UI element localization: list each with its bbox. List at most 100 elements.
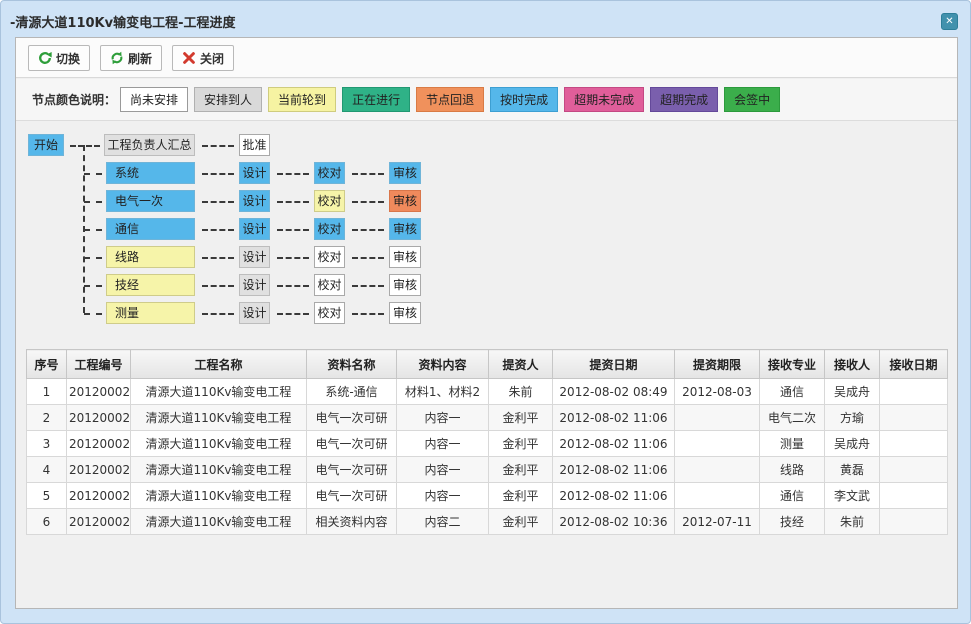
- table-cell: 内容一: [397, 483, 489, 509]
- toolbar-button-3[interactable]: 关闭: [172, 45, 234, 71]
- table-cell: 20120002: [67, 431, 131, 457]
- flow-node-step-2-2[interactable]: 校对: [314, 190, 345, 212]
- toolbar-button-1[interactable]: 切换: [28, 45, 90, 71]
- table-cell: 金利平: [489, 431, 553, 457]
- table-cell: 2012-07-11: [675, 509, 760, 535]
- close-icon: ✕: [945, 16, 953, 27]
- table-cell: 清源大道110Kv输变电工程: [131, 379, 307, 405]
- table-cell: 6: [27, 509, 67, 535]
- flow-node-branch-4[interactable]: 线路: [106, 246, 195, 268]
- table-row[interactable]: 520120002清源大道110Kv输变电工程电气一次可研内容一金利平2012-…: [27, 483, 948, 509]
- table-row[interactable]: 120120002清源大道110Kv输变电工程系统-通信材料1、材料2朱前201…: [27, 379, 948, 405]
- grid-header-cell: 序号: [27, 350, 67, 379]
- flow-node-step-1-3[interactable]: 审核: [389, 162, 421, 184]
- flow-node-step-3-2[interactable]: 校对: [314, 218, 345, 240]
- flow-node-summary[interactable]: 工程负责人汇总: [104, 134, 195, 156]
- flow-node-step-5-1[interactable]: 设计: [239, 274, 270, 296]
- flow-node-approve[interactable]: 批准: [239, 134, 270, 156]
- legend-badge: 当前轮到: [268, 87, 336, 112]
- flow-node-step-5-2[interactable]: 校对: [314, 274, 345, 296]
- legend-badge: 节点回退: [416, 87, 484, 112]
- flow-node-branch-3[interactable]: 通信: [106, 218, 195, 240]
- table-row[interactable]: 620120002清源大道110Kv输变电工程相关资料内容内容二金利平2012-…: [27, 509, 948, 535]
- table-cell: 清源大道110Kv输变电工程: [131, 431, 307, 457]
- connector-line: [84, 201, 102, 203]
- table-cell: 系统-通信: [307, 379, 397, 405]
- table-cell: 通信: [760, 483, 825, 509]
- workflow-diagram: 开始工程负责人汇总批准系统设计校对审核电气一次设计校对审核通信设计校对审核线路设…: [16, 122, 957, 348]
- connector-line: [202, 313, 234, 315]
- connector-line: [277, 313, 309, 315]
- flow-node-step-3-3[interactable]: 审核: [389, 218, 421, 240]
- flow-node-branch-1[interactable]: 系统: [106, 162, 195, 184]
- table-row[interactable]: 420120002清源大道110Kv输变电工程电气一次可研内容一金利平2012-…: [27, 457, 948, 483]
- table-cell: 电气一次可研: [307, 405, 397, 431]
- flow-node-step-1-1[interactable]: 设计: [239, 162, 270, 184]
- table-cell: 吴成舟: [825, 379, 880, 405]
- toolbar-button-2[interactable]: 刷新: [100, 45, 162, 71]
- table-cell: [880, 509, 948, 535]
- flow-node-branch-2[interactable]: 电气一次: [106, 190, 195, 212]
- legend-badge: 按时完成: [490, 87, 558, 112]
- flow-node-step-4-2[interactable]: 校对: [314, 246, 345, 268]
- table-cell: 5: [27, 483, 67, 509]
- table-cell: 20120002: [67, 509, 131, 535]
- flow-node-step-3-1[interactable]: 设计: [239, 218, 270, 240]
- flow-node-step-1-2[interactable]: 校对: [314, 162, 345, 184]
- table-cell: 1: [27, 379, 67, 405]
- table-cell: 20120002: [67, 405, 131, 431]
- table-cell: 电气一次可研: [307, 431, 397, 457]
- legend-badge: 正在进行: [342, 87, 410, 112]
- switch-icon: [38, 51, 52, 65]
- grid-header-cell: 提资人: [489, 350, 553, 379]
- table-row[interactable]: 220120002清源大道110Kv输变电工程电气一次可研内容一金利平2012-…: [27, 405, 948, 431]
- table-cell: 金利平: [489, 457, 553, 483]
- progress-dialog: -清源大道110Kv输变电工程-工程进度 ✕ 切换刷新关闭 节点颜色说明： 尚未…: [0, 0, 971, 624]
- flow-node-step-2-1[interactable]: 设计: [239, 190, 270, 212]
- table-cell: 清源大道110Kv输变电工程: [131, 483, 307, 509]
- legend-badge: 安排到人: [194, 87, 262, 112]
- connector-line: [84, 229, 102, 231]
- table-cell: 吴成舟: [825, 431, 880, 457]
- grid-header-cell: 资料内容: [397, 350, 489, 379]
- window-close-button[interactable]: ✕: [941, 13, 958, 30]
- table-cell: 测量: [760, 431, 825, 457]
- table-cell: 内容一: [397, 431, 489, 457]
- flow-node-branch-5[interactable]: 技经: [106, 274, 195, 296]
- flow-node-step-6-3[interactable]: 审核: [389, 302, 421, 324]
- grid-header-row: 序号工程编号工程名称资料名称资料内容提资人提资日期提资期限接收专业接收人接收日期: [27, 350, 948, 379]
- flow-node-step-6-2[interactable]: 校对: [314, 302, 345, 324]
- table-cell: 金利平: [489, 483, 553, 509]
- table-row[interactable]: 320120002清源大道110Kv输变电工程电气一次可研内容一金利平2012-…: [27, 431, 948, 457]
- connector-line: [352, 257, 384, 259]
- connector-line: [352, 173, 384, 175]
- legend-items: 尚未安排安排到人当前轮到正在进行节点回退按时完成超期未完成超期完成会签中: [120, 87, 786, 112]
- grid-header-cell: 接收日期: [880, 350, 948, 379]
- flow-node-start[interactable]: 开始: [28, 134, 64, 156]
- refresh-icon: [110, 51, 124, 65]
- dialog-title: -清源大道110Kv输变电工程-工程进度: [10, 12, 235, 31]
- connector-line: [202, 229, 234, 231]
- connector-line: [202, 201, 234, 203]
- table-cell: 朱前: [825, 509, 880, 535]
- table-cell: 2012-08-02 11:06: [553, 405, 675, 431]
- connector-line: [352, 285, 384, 287]
- flow-node-step-2-3[interactable]: 审核: [389, 190, 421, 212]
- flow-node-step-6-1[interactable]: 设计: [239, 302, 270, 324]
- table-cell: 清源大道110Kv输变电工程: [131, 457, 307, 483]
- table-cell: [675, 483, 760, 509]
- table-cell: 技经: [760, 509, 825, 535]
- connector-line: [277, 257, 309, 259]
- grid-header-cell: 资料名称: [307, 350, 397, 379]
- table-cell: [675, 431, 760, 457]
- flow-node-step-4-1[interactable]: 设计: [239, 246, 270, 268]
- table-cell: [675, 457, 760, 483]
- flow-node-step-5-3[interactable]: 审核: [389, 274, 421, 296]
- flow-node-step-4-3[interactable]: 审核: [389, 246, 421, 268]
- table-cell: [880, 431, 948, 457]
- connector-line: [277, 201, 309, 203]
- grid-header-cell: 工程名称: [131, 350, 307, 379]
- table-cell: 黄磊: [825, 457, 880, 483]
- dialog-body: 切换刷新关闭 节点颜色说明： 尚未安排安排到人当前轮到正在进行节点回退按时完成超…: [15, 37, 958, 609]
- flow-node-branch-6[interactable]: 测量: [106, 302, 195, 324]
